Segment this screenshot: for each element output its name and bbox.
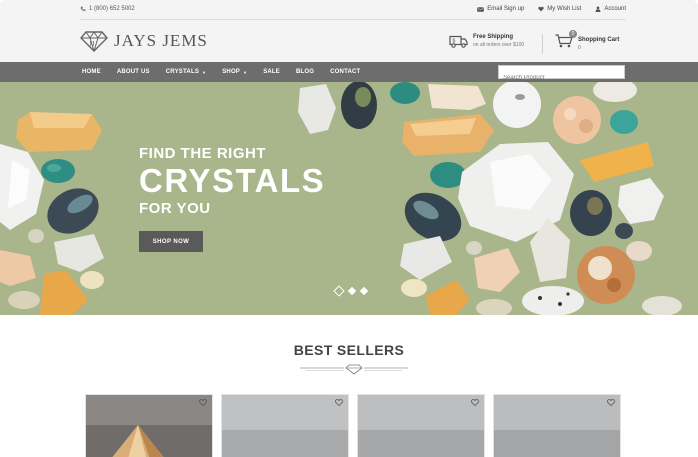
search-box [498,65,625,84]
section-title: BEST SELLERS [293,342,405,358]
nav-item-about-us[interactable]: ABOUT US [117,69,150,75]
nav-label: CRYSTALS [165,69,200,75]
free-shipping-info: $ Free Shipping on all orders over $100 [449,34,524,48]
wishlist-heart-icon[interactable] [199,399,207,406]
product-grid [85,394,621,457]
user-icon [595,6,601,12]
carousel-dots [333,285,369,297]
account-link[interactable]: Account [595,6,626,12]
wishlist-label: My Wish List [547,6,582,12]
logo[interactable]: JJ JAYS JEMS [80,30,208,52]
nav-item-sale[interactable]: SALE [263,69,280,75]
nav-item-contact[interactable]: CONTACT [330,69,360,75]
shipping-subtitle: on all orders over $100 [473,42,525,48]
site-header: JJ JAYS JEMS $ Free Shipping on all orde… [0,22,698,62]
nav-label: HOME [82,69,101,75]
nav-label: SHOP [222,69,241,75]
svg-text:$: $ [453,38,456,44]
carousel-dot-2[interactable] [347,286,357,296]
caret-down-icon: ▼ [202,69,207,75]
crystals-image [0,82,682,315]
wishlist-heart-icon[interactable] [335,399,343,406]
wishlist-heart-icon[interactable] [607,399,615,406]
product-card[interactable] [221,394,349,457]
nav-label: ABOUT US [116,69,150,75]
cart-badge: 0 [569,30,577,38]
phone-label: 1 (800) 652 5002 [89,6,135,12]
nav-item-crystals[interactable]: CRYSTALS ▼ [166,69,206,75]
phone-icon [80,6,86,11]
main-nav: HOME ABOUT US CRYSTALS ▼ SHOP ▼ SALE BLOG … [0,62,698,84]
nav-item-shop[interactable]: SHOP ▼ [222,69,247,75]
product-image [222,395,348,457]
divider [80,19,626,20]
nav-label: CONTACT [330,69,361,75]
page: 1 (800) 652 5002 Email Sign up My Wish L… [0,0,698,457]
truck-icon: $ [449,35,468,48]
wishlist-link[interactable]: My Wish List [538,6,581,12]
product-card[interactable] [85,394,213,457]
cart-title: Shopping Cart [578,36,620,43]
shopping-cart-link[interactable]: 0 Shopping Cart 0 [555,30,620,53]
nav-label: BLOG [296,69,315,75]
header-separator [542,34,543,54]
carousel-dot-3[interactable] [359,286,369,296]
diamond-divider-icon [300,364,408,375]
nav-item-blog[interactable]: BLOG [296,69,314,75]
hero-line-2: CRYSTALS [139,162,326,199]
product-image [86,395,212,457]
product-image [494,395,620,457]
diamond-logo-icon: JJ [80,31,108,52]
caret-down-icon: ▼ [243,69,248,75]
account-label: Account [604,6,626,12]
email-signup-link[interactable]: Email Sign up [477,6,524,12]
cart-count: 0 [578,44,581,51]
svg-text:JJ: JJ [89,40,95,48]
product-card[interactable] [357,394,485,457]
wishlist-heart-icon[interactable] [471,399,479,406]
hero-line-3: FOR YOU [139,200,211,217]
hero-banner: FIND THE RIGHT CRYSTALS FOR YOU SHOP NOW [0,82,698,315]
hero-headline: FIND THE RIGHT CRYSTALS FOR YOU [139,145,325,217]
heart-icon [538,6,544,12]
product-card[interactable] [493,394,621,457]
shop-now-button[interactable]: SHOP NOW [139,231,203,252]
logo-text: JAYS JEMS [114,31,208,50]
shipping-title: Free Shipping [473,34,514,40]
hero-line-1: FIND THE RIGHT [139,145,266,162]
product-image [358,395,484,457]
phone-number[interactable]: 1 (800) 652 5002 [80,6,135,12]
carousel-dot-1[interactable] [333,285,345,297]
nav-item-home[interactable]: HOME [82,69,101,75]
email-signup-label: Email Sign up [487,6,525,12]
envelope-icon [477,6,485,12]
best-sellers-section: BEST SELLERS [0,315,698,457]
utility-bar: 1 (800) 652 5002 Email Sign up My Wish L… [0,0,698,22]
nav-label: SALE [263,69,280,75]
